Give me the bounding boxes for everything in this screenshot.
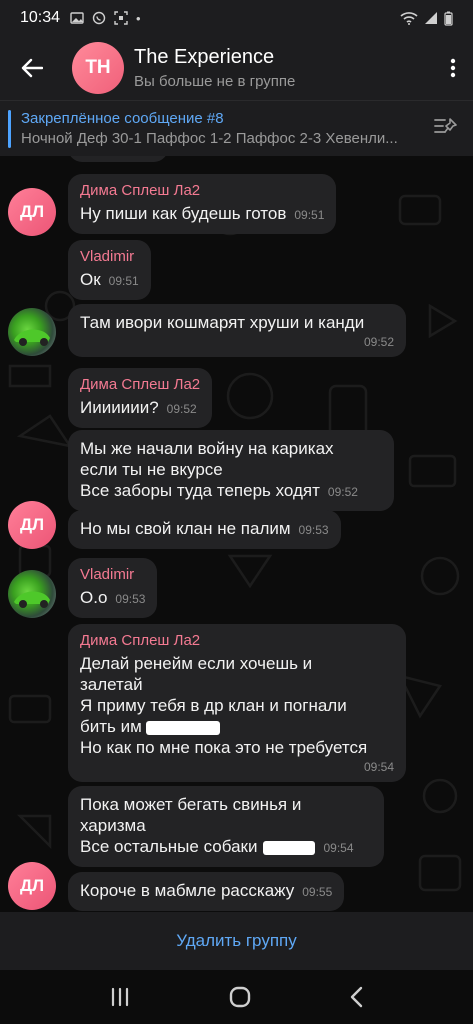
message-text: Иииииии? (80, 398, 159, 417)
more-options-button[interactable] (433, 36, 473, 100)
avatar[interactable]: ДЛ (8, 188, 56, 236)
message-bubble[interactable]: Пока может бегать свинья и харизма Все о… (68, 786, 384, 867)
message-sender: Дима Сплеш Ла2 (80, 632, 201, 649)
message-line: Я приму тебя в др клан и погнали (80, 696, 347, 715)
status-time: 10:34 (20, 9, 61, 26)
message-line: Делай ренейм если хочешь и (80, 654, 313, 673)
back-button[interactable] (0, 36, 64, 100)
pinned-text: Ночной Деф 30-1 Паффос 1-2 Паффос 2-3 Хе… (21, 130, 398, 147)
message-time: 09:54 (323, 841, 354, 855)
message-line: харизма (80, 816, 146, 835)
message-bubble[interactable]: Дима Сплеш Ла2 Ну пиши как будешь готов 0… (68, 174, 337, 234)
signal-icon (425, 12, 437, 24)
message-line: Все остальные собаки (80, 837, 258, 856)
message-time: 09:52 (327, 485, 358, 499)
message-time: 09:55 (302, 885, 333, 899)
arrow-left-icon (21, 58, 43, 78)
message-text: Короче в мабмле расскажу (80, 881, 295, 900)
avatar[interactable]: ДЛ (8, 501, 56, 549)
message-bubble[interactable]: Дима Сплеш Ла2 Делай ренейм если хочешь … (68, 624, 406, 782)
group-subtitle: Вы больше не в группе (134, 73, 296, 90)
message-line: Все заборы туда теперь ходят (80, 481, 320, 500)
battery-icon (444, 11, 453, 26)
message-bubble[interactable]: Короче в мабмле расскажу 09:55 (68, 872, 345, 911)
more-vertical-icon (450, 58, 456, 78)
message-line: Мы же начали войну на кариках (80, 439, 334, 458)
message-sender: Vladimir (80, 566, 135, 583)
message-time: 09:53 (298, 523, 329, 537)
message-time: 09:51 (294, 208, 325, 222)
message-time: 09:53 (115, 592, 146, 606)
redacted-block (263, 840, 316, 855)
message-time: 09:54 (363, 760, 394, 774)
message-bubble[interactable]: Там ивори кошмарят хруши и канди 09:52 (68, 304, 406, 357)
pinned-message-bar[interactable]: Закреплённое сообщение #8 Ночной Деф 30-… (0, 100, 473, 156)
message-sender: Дима Сплеш Ла2 (80, 376, 201, 393)
redacted-block (145, 720, 220, 735)
avatar[interactable]: ДЛ (8, 862, 56, 910)
message-line: Пока может бегать свинья и (80, 795, 302, 814)
message-sender: Vladimir (80, 248, 135, 265)
message-line: бить им (80, 717, 142, 736)
message-line: Но как по мне пока это не требуется (80, 738, 368, 757)
message-list[interactable]: ДЛ Дима Сплеш Ла2 Ну пиши как будешь гот… (0, 156, 473, 912)
car-avatar-image (14, 329, 50, 346)
message-line: если ты не вкурсе (80, 460, 223, 479)
message-text: Ну пиши как будешь готов (80, 204, 287, 223)
avatar[interactable] (8, 308, 56, 356)
scan-icon (114, 11, 128, 25)
message-bubble[interactable]: Vladimir Ок 09:51 (68, 240, 151, 300)
delete-group-button[interactable]: Удалить группу (176, 931, 297, 951)
unpin-icon (434, 118, 457, 133)
message-bubble[interactable]: Мы же начали войну на кариках если ты не… (68, 430, 394, 511)
system-nav-bar (0, 970, 473, 1024)
message-bubble[interactable]: Дима Сплеш Ла2 Иииииии? 09:52 (68, 368, 213, 428)
recent-apps-icon[interactable] (109, 987, 131, 1007)
message-bubble[interactable]: Но мы свой клан не палим 09:53 (68, 510, 341, 549)
avatar[interactable] (8, 570, 56, 618)
pinned-title: Закреплённое сообщение #8 (21, 110, 224, 127)
chat-header: TH The Experience Вы больше не в группе (0, 36, 473, 100)
message-text: О.о (80, 588, 108, 607)
message-line: залетай (80, 675, 143, 694)
whatsapp-icon (92, 11, 106, 25)
dot-icon: • (136, 10, 141, 26)
group-info[interactable]: The Experience Вы больше не в группе (134, 46, 295, 90)
wifi-icon (400, 12, 418, 25)
message-bubble-partial (68, 156, 168, 162)
pinned-list-button[interactable] (433, 116, 459, 141)
message-bubble[interactable]: Vladimir О.о 09:53 (68, 558, 158, 618)
message-text: Ок (80, 270, 101, 289)
message-text: Там ивори кошмарят хруши и канди (80, 313, 365, 332)
car-avatar-image (14, 591, 50, 608)
message-text: Но мы свой клан не палим (80, 519, 291, 538)
group-avatar[interactable]: TH (72, 42, 124, 94)
message-sender: Дима Сплеш Ла2 (80, 182, 201, 199)
home-icon[interactable] (228, 985, 252, 1009)
message-time: 09:52 (363, 335, 394, 349)
bottom-action-bar: Удалить группу (0, 912, 473, 970)
status-bar: 10:34 • (0, 0, 473, 36)
pinned-indicator (8, 109, 11, 148)
message-time: 09:52 (166, 402, 197, 416)
gallery-icon (70, 12, 84, 24)
message-time: 09:51 (108, 274, 139, 288)
system-back-icon[interactable] (349, 986, 365, 1008)
group-title: The Experience (134, 46, 275, 68)
